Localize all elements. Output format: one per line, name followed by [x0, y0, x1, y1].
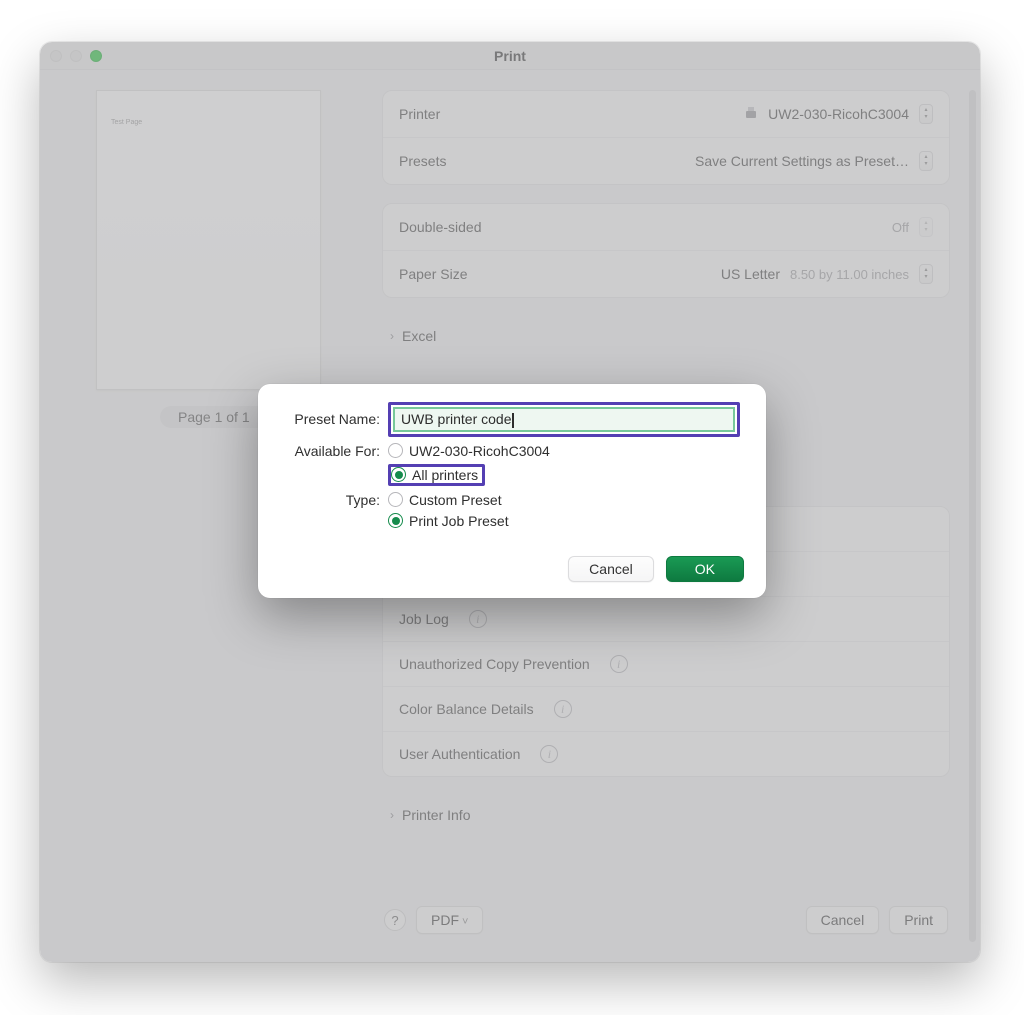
available-all-label: All printers: [412, 467, 478, 483]
cancel-button[interactable]: Cancel: [806, 906, 880, 934]
double-sided-row[interactable]: Double-sided Off ▴▾: [383, 204, 949, 251]
type-printjob-label: Print Job Preset: [409, 513, 509, 529]
preset-name-label: Preset Name:: [280, 411, 388, 427]
option-row[interactable]: Job Log i: [383, 597, 949, 642]
chevron-updown-icon: ▴▾: [919, 217, 933, 237]
available-all-printers-radio[interactable]: All printers: [391, 467, 478, 483]
printer-group: Printer UW2-030-RicohC3004 ▴▾ Presets Sa…: [382, 90, 950, 185]
printer-info-disclosure[interactable]: › Printer Info: [382, 795, 950, 835]
preset-name-input[interactable]: UWB printer code: [393, 407, 735, 432]
sheet-cancel-button[interactable]: Cancel: [568, 556, 654, 582]
chevron-updown-icon: ▴▾: [919, 151, 933, 171]
printer-info-label: Printer Info: [402, 807, 470, 823]
radio-selected-icon: [388, 513, 403, 528]
titlebar: Print: [40, 42, 980, 70]
option-label: Job Log: [399, 611, 449, 627]
type-custom-label: Custom Preset: [409, 492, 502, 508]
paper-size-value: US Letter: [721, 266, 780, 282]
save-preset-dialog: Preset Name: UWB printer code Available …: [258, 384, 766, 598]
available-only-label: UW2-030-RicohC3004: [409, 443, 550, 459]
preset-name-highlight: UWB printer code: [388, 402, 740, 437]
printer-value: UW2-030-RicohC3004: [768, 106, 909, 122]
radio-selected-icon: [391, 467, 406, 482]
double-sided-label: Double-sided: [399, 219, 482, 235]
info-icon[interactable]: i: [469, 610, 487, 628]
info-icon[interactable]: i: [610, 655, 628, 673]
radio-icon: [388, 443, 403, 458]
sheet-button-row: Cancel OK: [568, 556, 744, 582]
chevron-updown-icon: ▴▾: [919, 104, 933, 124]
dialog-footer: ? PDF Cancel Print: [382, 906, 950, 934]
sheet-ok-button[interactable]: OK: [666, 556, 744, 582]
option-label: User Authentication: [399, 746, 520, 762]
preset-name-row: Preset Name: UWB printer code: [280, 402, 740, 437]
available-all-highlight: All printers: [388, 464, 485, 486]
chevron-right-icon: ›: [390, 329, 394, 343]
option-row[interactable]: User Authentication i: [383, 732, 949, 776]
scrollbar[interactable]: [969, 90, 976, 942]
info-icon[interactable]: i: [554, 700, 572, 718]
type-printjob-radio[interactable]: Print Job Preset: [388, 513, 509, 529]
presets-label: Presets: [399, 153, 446, 169]
available-for-row: Available For: UW2-030-RicohC3004 All pr…: [280, 443, 740, 486]
page-preview: Test Page: [96, 90, 321, 390]
chevron-updown-icon: ▴▾: [919, 264, 933, 284]
printer-label: Printer: [399, 106, 440, 122]
pdf-menu-button[interactable]: PDF: [416, 906, 483, 934]
window-title: Print: [40, 48, 980, 64]
text-cursor-icon: [512, 413, 513, 428]
option-label: Unauthorized Copy Prevention: [399, 656, 590, 672]
preview-doc-label: Test Page: [111, 119, 142, 126]
paper-size-label: Paper Size: [399, 266, 467, 282]
presets-row[interactable]: Presets Save Current Settings as Preset……: [383, 138, 949, 184]
option-row[interactable]: Color Balance Details i: [383, 687, 949, 732]
paper-size-row[interactable]: Paper Size US Letter 8.50 by 11.00 inche…: [383, 251, 949, 297]
available-for-label: Available For:: [280, 443, 388, 459]
presets-value: Save Current Settings as Preset…: [695, 153, 909, 169]
option-row[interactable]: Unauthorized Copy Prevention i: [383, 642, 949, 687]
type-custom-radio[interactable]: Custom Preset: [388, 492, 502, 508]
printer-icon: [744, 107, 758, 121]
print-button[interactable]: Print: [889, 906, 948, 934]
type-label: Type:: [280, 492, 388, 508]
radio-icon: [388, 492, 403, 507]
excel-disclosure[interactable]: › Excel: [382, 316, 950, 356]
preset-name-value: UWB printer code: [401, 411, 511, 427]
excel-label: Excel: [402, 328, 436, 344]
type-row: Type: Custom Preset Print Job Preset: [280, 492, 740, 529]
double-sided-value: Off: [892, 220, 909, 235]
preview-pane: Test Page Page 1 of 1: [64, 90, 344, 428]
printer-row[interactable]: Printer UW2-030-RicohC3004 ▴▾: [383, 91, 949, 138]
chevron-right-icon: ›: [390, 808, 394, 822]
page-group: Double-sided Off ▴▾ Paper Size US Letter…: [382, 203, 950, 298]
available-only-this-printer-radio[interactable]: UW2-030-RicohC3004: [388, 443, 550, 459]
option-label: Color Balance Details: [399, 701, 534, 717]
help-button[interactable]: ?: [384, 909, 406, 931]
page-indicator: Page 1 of 1: [160, 406, 268, 428]
info-icon[interactable]: i: [540, 745, 558, 763]
paper-size-detail: 8.50 by 11.00 inches: [790, 267, 909, 282]
